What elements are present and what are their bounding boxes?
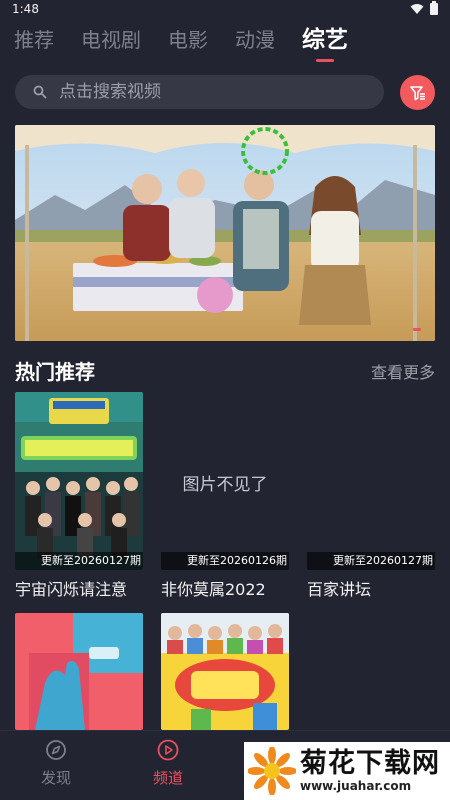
video-card[interactable] (161, 613, 289, 730)
video-title: 百家讲坛 (307, 580, 372, 599)
status-bar: 1:48 (0, 0, 450, 20)
update-badge: 更新至20260127期 (15, 552, 143, 570)
watermark-text: 菊花下载网 www.juahar.com (300, 748, 440, 794)
status-time: 1:48 (12, 2, 39, 16)
video-card[interactable]: 更新至20260127期 百家讲坛 (307, 392, 435, 600)
update-badge: 更新至20260126期 (161, 552, 289, 570)
search-input[interactable] (59, 82, 339, 102)
category-tabs: 推荐 电视剧 电影 动漫 综艺 (14, 22, 375, 62)
watermark-title: 菊花下载网 (300, 748, 440, 779)
video-card[interactable]: 更新至20260127期 宇宙闪烁请注意 (15, 392, 143, 600)
banner-image (15, 125, 435, 341)
search-icon (33, 85, 47, 99)
nav-discover[interactable]: 发现 (21, 739, 91, 788)
nav-label: 频道 (152, 769, 183, 787)
image-missing-text: 图片不见了 (182, 475, 268, 495)
tab-anime[interactable]: 动漫 (235, 22, 275, 62)
play-icon (157, 739, 179, 761)
poster-image (15, 392, 143, 570)
watermark-url: www.juahar.com (300, 779, 412, 793)
compass-icon (46, 740, 66, 760)
nav-channel[interactable]: 频道 (133, 739, 203, 788)
video-thumbnail: 图片不见了 更新至20260126期 (161, 392, 289, 570)
search-bar[interactable] (15, 75, 384, 109)
banner-indicator (413, 328, 421, 331)
site-watermark: 菊花下载网 www.juahar.com (244, 742, 450, 800)
tab-variety[interactable]: 综艺 (302, 22, 348, 62)
video-thumbnail: 更新至20260127期 (307, 392, 435, 570)
filter-button[interactable] (400, 75, 435, 110)
battery-icon (430, 1, 438, 15)
wifi-icon (410, 4, 424, 14)
poster-image (15, 613, 143, 730)
video-card[interactable]: 图片不见了 更新至20260126期 非你莫属2022 (161, 392, 289, 600)
video-thumbnail: 更新至20260127期 (15, 392, 143, 570)
filter-icon (409, 85, 425, 100)
nav-label: 发现 (40, 769, 71, 787)
chrysanthemum-logo-icon (248, 747, 296, 795)
video-title: 宇宙闪烁请注意 (15, 580, 128, 599)
video-thumbnail (15, 613, 143, 730)
tab-tv-series[interactable]: 电视剧 (81, 22, 141, 62)
banner-carousel[interactable] (15, 125, 435, 341)
video-thumbnail (161, 613, 289, 730)
tab-recommend[interactable]: 推荐 (14, 22, 54, 62)
video-title: 非你莫属2022 (161, 580, 266, 599)
see-more-link[interactable]: 查看更多 (371, 359, 435, 383)
status-icons (410, 1, 438, 15)
update-badge: 更新至20260127期 (307, 552, 435, 570)
poster-image (161, 613, 289, 730)
tab-movies[interactable]: 电影 (168, 22, 208, 62)
section-title: 热门推荐 (15, 360, 95, 384)
video-card[interactable] (15, 613, 143, 730)
